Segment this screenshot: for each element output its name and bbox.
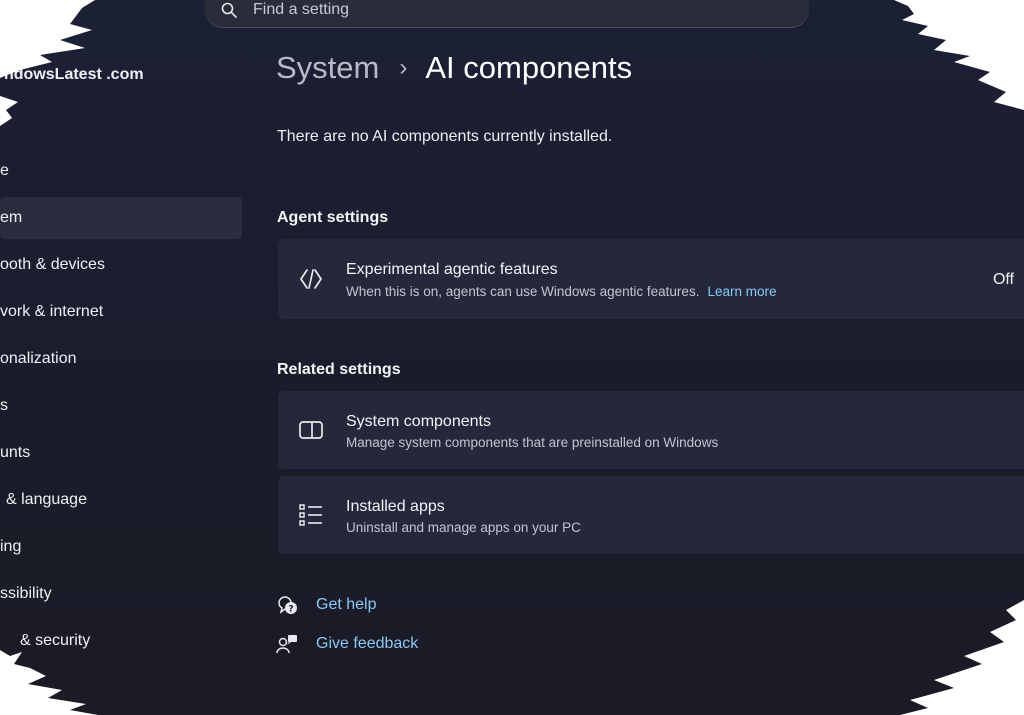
card-description: Uninstall and manage apps on your PC: [346, 520, 581, 535]
sidebar-item-label: ing: [0, 538, 22, 555]
sidebar-item-label: e: [0, 162, 9, 179]
sidebar-item-label: & language: [6, 491, 87, 508]
card-title: Installed apps: [346, 498, 445, 515]
sidebar-item-label: unts: [0, 444, 31, 461]
card-description: When this is on, agents can use Windows …: [346, 284, 777, 299]
agent-icon: [300, 269, 322, 289]
sidebar-item-accounts[interactable]: unts: [0, 432, 242, 474]
sidebar-item-label: vork & internet: [0, 303, 104, 320]
breadcrumb: System › AI components: [276, 50, 632, 86]
chevron-right-icon: ›: [399, 54, 408, 81]
sidebar-item-accessibility[interactable]: ssibility: [0, 573, 242, 615]
user-name: ndowsLatest .com: [4, 66, 144, 83]
settings-window: Find a setting ndowsLatest .com e em oot…: [0, 0, 1024, 715]
agent-settings-heading: Agent settings: [277, 209, 389, 226]
sidebar-item-system[interactable]: em: [0, 197, 242, 239]
sidebar-item-label: ooth & devices: [0, 256, 105, 273]
learn-more-link[interactable]: Learn more: [707, 284, 776, 299]
sidebar-nav: e em ooth & devices vork & internet onal…: [0, 150, 242, 667]
search-icon: [221, 2, 237, 18]
sidebar-item-apps[interactable]: s: [0, 385, 242, 427]
sidebar-item-home[interactable]: e: [0, 150, 242, 192]
sidebar-item-label: & security: [20, 632, 91, 649]
feedback-icon: [276, 635, 297, 654]
toggle-state-label: Off: [992, 271, 1014, 288]
get-help-row[interactable]: ? Get help: [276, 594, 376, 616]
sidebar-item-label: ssibility: [0, 585, 52, 602]
card-title: System components: [346, 413, 491, 430]
breadcrumb-parent-system[interactable]: System: [276, 50, 379, 86]
sidebar-item-privacy-security[interactable]: & security: [0, 620, 242, 662]
card-description: Manage system components that are preins…: [346, 435, 719, 450]
get-help-link[interactable]: Get help: [316, 596, 376, 614]
empty-state-message: There are no AI components currently ins…: [277, 128, 613, 145]
sidebar-item-bluetooth[interactable]: ooth & devices: [0, 244, 242, 286]
search-box[interactable]: Find a setting: [205, 0, 809, 28]
card-title: Experimental agentic features: [346, 261, 558, 278]
give-feedback-row[interactable]: Give feedback: [276, 633, 418, 655]
svg-text:?: ?: [288, 605, 293, 615]
search-input[interactable]: Find a setting: [253, 1, 349, 19]
installed-apps-card[interactable]: Installed apps Uninstall and manage apps…: [278, 476, 1024, 554]
sidebar-item-label: onalization: [0, 350, 77, 367]
system-components-card[interactable]: System components Manage system componen…: [278, 391, 1024, 469]
apps-list-icon: [299, 504, 322, 526]
sidebar-item-network[interactable]: vork & internet: [0, 291, 242, 333]
sidebar-item-gaming[interactable]: ing: [0, 526, 242, 568]
page-title: AI components: [425, 50, 633, 85]
card-description-text: When this is on, agents can use Windows …: [346, 284, 700, 299]
give-feedback-link[interactable]: Give feedback: [316, 635, 418, 653]
experimental-agentic-features-card[interactable]: Experimental agentic features When this …: [278, 239, 1024, 319]
sidebar-item-time-language[interactable]: & language: [0, 479, 242, 521]
sidebar-item-label: em: [0, 209, 23, 226]
sidebar-item-personalization[interactable]: onalization: [0, 338, 242, 380]
sidebar-item-label: s: [0, 397, 8, 414]
related-settings-heading: Related settings: [277, 361, 401, 378]
help-icon: ?: [278, 596, 297, 615]
system-components-icon: [299, 421, 323, 439]
